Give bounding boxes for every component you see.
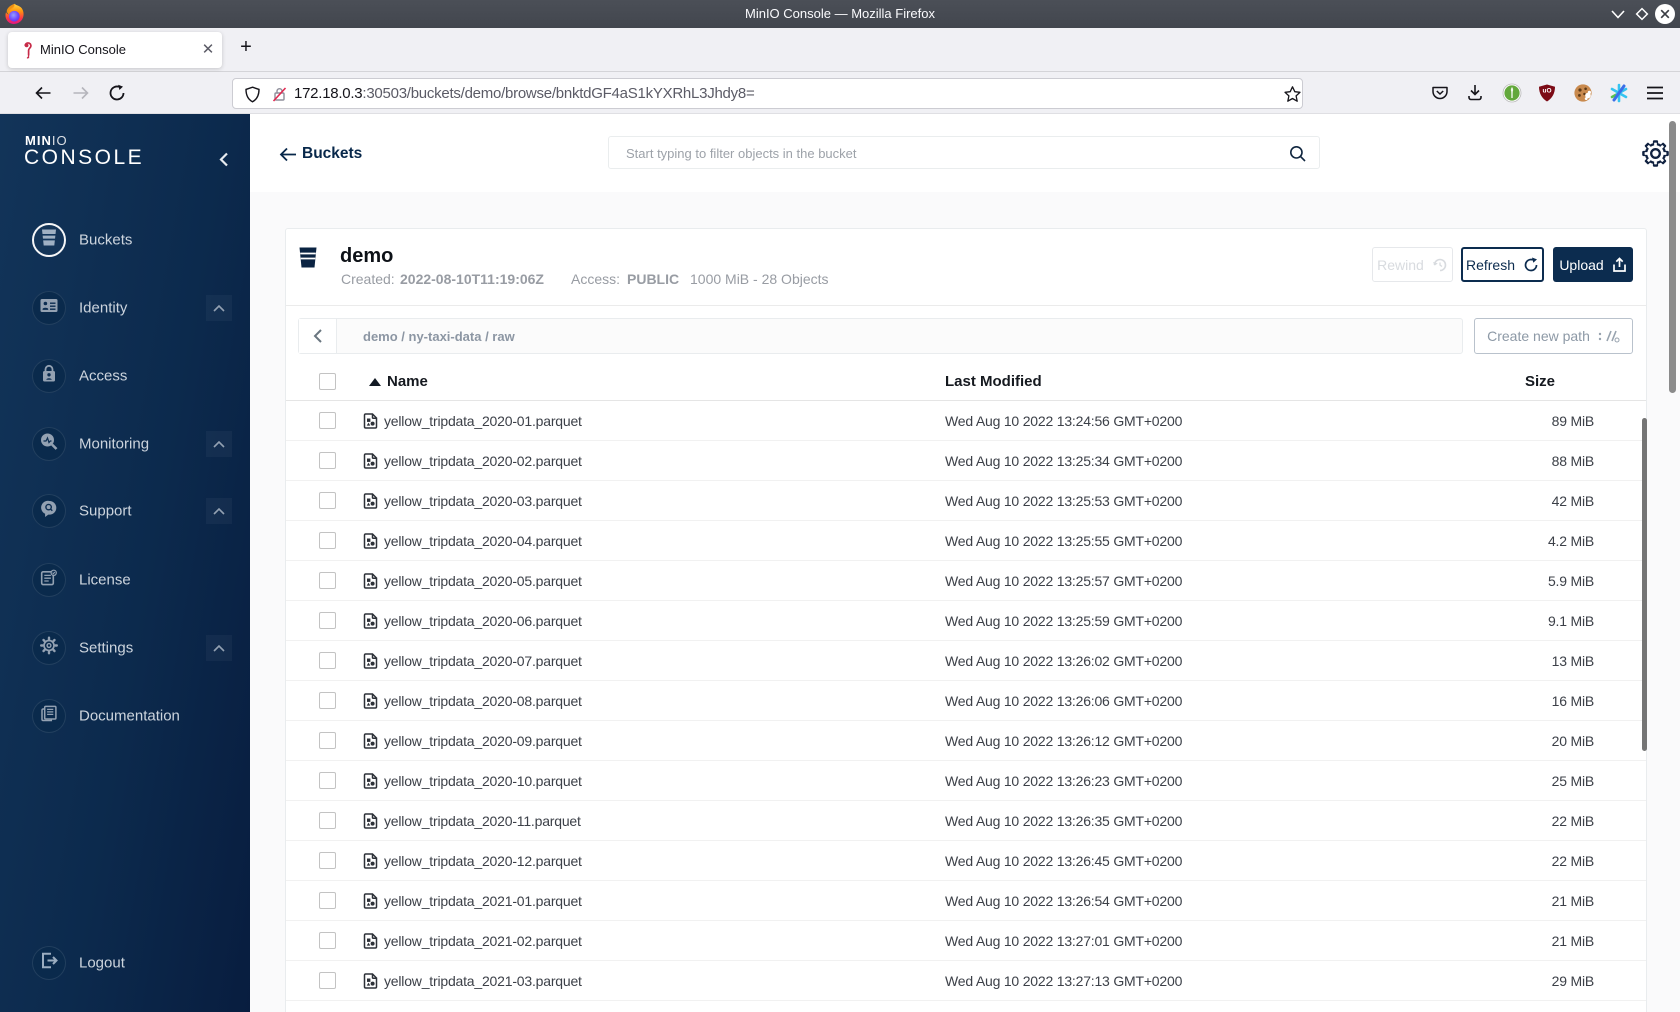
svg-text:uO: uO bbox=[1542, 88, 1551, 95]
